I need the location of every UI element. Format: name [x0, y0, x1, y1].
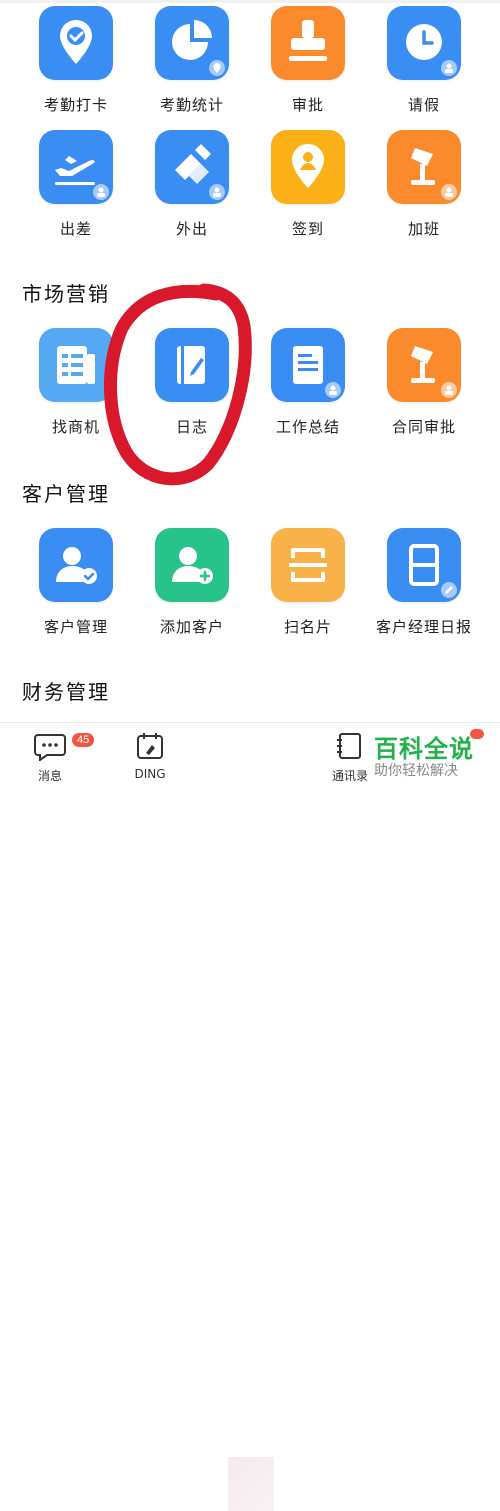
- app-overtime[interactable]: 加班: [366, 130, 482, 239]
- person-badge-icon: [441, 60, 457, 76]
- app-label: 请假: [407, 96, 440, 114]
- app-leave[interactable]: 请假: [366, 6, 482, 115]
- tab-label: DING: [134, 767, 166, 781]
- person-badge-icon: [93, 184, 109, 200]
- contacts-book-icon: [337, 733, 361, 759]
- app-label: 工作总结: [275, 418, 340, 436]
- document-icon: [271, 328, 345, 402]
- chat-bubble-icon: [34, 734, 66, 762]
- app-label: 考勤打卡: [43, 96, 108, 114]
- app-label: 外出: [175, 220, 208, 238]
- app-journal[interactable]: 日志: [134, 328, 250, 437]
- app-add-customer[interactable]: 添加客户: [134, 528, 250, 637]
- person-badge-icon: [325, 382, 341, 398]
- app-label: 客户管理: [43, 618, 108, 636]
- app-label: 审批: [291, 96, 324, 114]
- app-label: 出差: [59, 220, 92, 238]
- tab-label: 消息: [37, 769, 62, 783]
- app-attendance-stats[interactable]: 考勤统计: [134, 6, 250, 115]
- section-title-marketing: 市场营销: [22, 282, 110, 306]
- app-label: 找商机: [51, 418, 100, 436]
- tab-messages[interactable]: 消息 45: [10, 731, 95, 784]
- blurred-center-tab[interactable]: [228, 1457, 274, 1511]
- desk-lamp-icon: [387, 328, 461, 402]
- watermark: 百科全说 助你轻松解决: [374, 736, 500, 780]
- app-label: 考勤统计: [159, 96, 224, 114]
- checkin-pin-icon: [271, 130, 345, 204]
- app-label: 扫名片: [283, 618, 332, 636]
- app-label: 日志: [175, 418, 208, 436]
- app-label: 添加客户: [159, 618, 224, 636]
- ding-calendar-icon: [137, 733, 163, 759]
- clock-icon: [387, 6, 461, 80]
- customer-check-icon: [39, 528, 113, 602]
- app-go-out[interactable]: 外出: [134, 130, 250, 239]
- section-title-customer-management: 客户管理: [22, 482, 110, 506]
- app-account-manager-daily[interactable]: 客户经理日报: [366, 528, 482, 637]
- desk-lamp-icon: [387, 130, 461, 204]
- top-divider: [0, 0, 500, 3]
- watermark-title: 百科全说: [374, 735, 474, 763]
- go-out-icon: [155, 130, 229, 204]
- app-label: 加班: [407, 220, 440, 238]
- journal-edit-icon: [155, 328, 229, 402]
- app-customer-management[interactable]: 客户管理: [18, 528, 134, 637]
- airplane-icon: [39, 130, 113, 204]
- person-badge-icon: [209, 184, 225, 200]
- person-badge-icon: [441, 382, 457, 398]
- location-check-icon: [39, 6, 113, 80]
- app-work-summary[interactable]: 工作总结: [250, 328, 366, 437]
- tab-ding[interactable]: DING: [110, 731, 190, 781]
- watermark-subtitle: 助你轻松解决: [374, 763, 458, 779]
- app-label: 合同审批: [391, 418, 456, 436]
- app-scan-business-card[interactable]: 扫名片: [250, 528, 366, 637]
- pie-chart-icon: [155, 6, 229, 80]
- business-directory-icon: [39, 328, 113, 402]
- scan-card-icon: [271, 528, 345, 602]
- section-title-finance-management: 财务管理: [22, 680, 110, 704]
- person-badge-icon: [441, 184, 457, 200]
- app-check-in[interactable]: 签到: [250, 130, 366, 239]
- app-attendance-clock-in[interactable]: 考勤打卡: [18, 6, 134, 115]
- app-label: 签到: [291, 220, 324, 238]
- app-business-trip[interactable]: 出差: [18, 130, 134, 239]
- stamp-icon: [271, 6, 345, 80]
- location-badge-icon: [209, 60, 225, 76]
- daily-report-icon: [387, 528, 461, 602]
- app-label: 客户经理日报: [375, 618, 472, 636]
- app-contract-approval[interactable]: 合同审批: [366, 328, 482, 437]
- add-customer-icon: [155, 528, 229, 602]
- app-find-business[interactable]: 找商机: [18, 328, 134, 437]
- unread-count-badge: 45: [72, 733, 95, 747]
- edit-badge-icon: [441, 582, 457, 598]
- app-approval[interactable]: 审批: [250, 6, 366, 115]
